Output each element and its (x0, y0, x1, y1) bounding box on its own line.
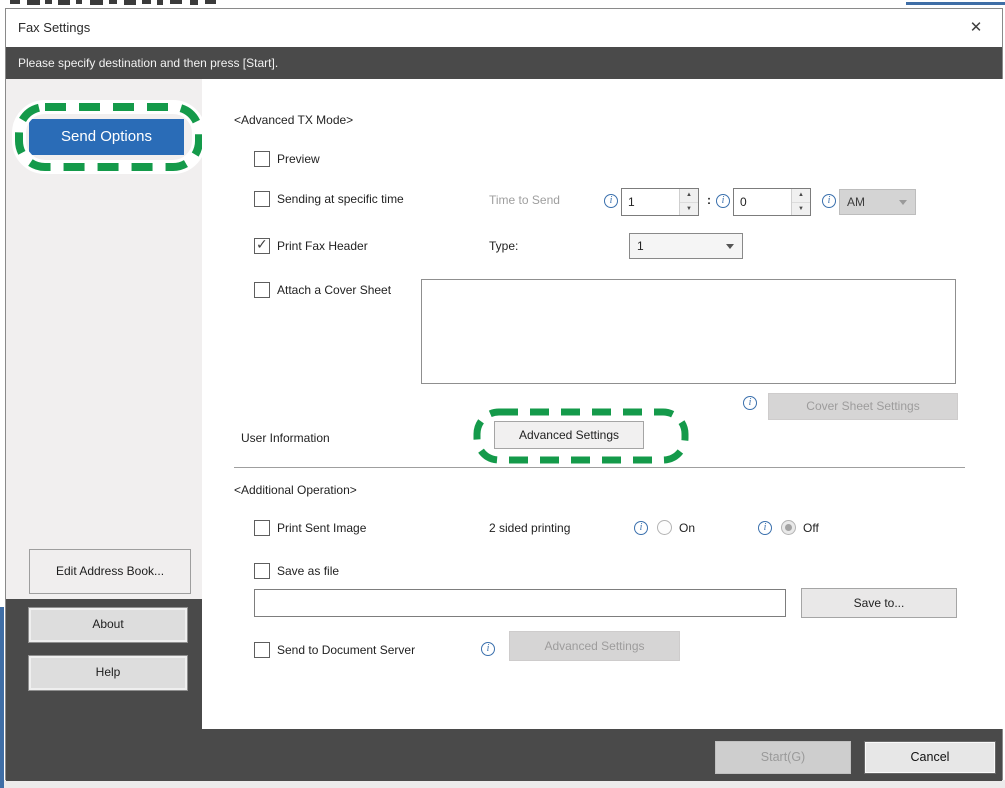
hour-value: 1 (628, 189, 635, 215)
print-fax-header-checkbox[interactable]: ✓ (254, 238, 270, 254)
background-window-edge (906, 2, 1005, 5)
sending-at-specific-time-checkbox[interactable]: ✓ (254, 191, 270, 207)
two-sided-off-label: Off (803, 521, 819, 535)
info-icon[interactable]: i (716, 194, 730, 208)
ampm-select[interactable]: AM (839, 189, 916, 215)
close-icon[interactable]: ✕ (956, 11, 996, 45)
hour-stepper[interactable]: 1 ▲▼ (621, 188, 699, 216)
save-file-path-input[interactable] (254, 589, 786, 617)
preview-checkbox[interactable]: ✓ (254, 151, 270, 167)
minute-stepper[interactable]: 0 ▲▼ (733, 188, 811, 216)
print-sent-image-label: Print Sent Image (277, 521, 366, 535)
hour-down-button[interactable]: ▼ (680, 203, 698, 216)
status-message: Please specify destination and then pres… (18, 47, 278, 79)
info-icon[interactable]: i (634, 521, 648, 535)
chevron-down-icon (726, 244, 734, 249)
help-button[interactable]: Help (29, 656, 187, 690)
advanced-settings-button[interactable]: Advanced Settings (494, 421, 644, 449)
chevron-down-icon (899, 200, 907, 205)
info-icon[interactable]: i (481, 642, 495, 656)
title-bar: Fax Settings ✕ (6, 9, 1002, 47)
attach-cover-sheet-label: Attach a Cover Sheet (277, 283, 391, 297)
send-to-document-server-checkbox[interactable]: ✓ (254, 642, 270, 658)
time-to-send-label: Time to Send (489, 193, 560, 207)
hour-up-button[interactable]: ▲ (680, 189, 698, 203)
info-icon[interactable]: i (822, 194, 836, 208)
save-as-file-checkbox[interactable]: ✓ (254, 563, 270, 579)
minute-down-button[interactable]: ▼ (792, 203, 810, 216)
info-icon[interactable]: i (604, 194, 618, 208)
time-separator: : (707, 193, 711, 207)
window-title: Fax Settings (18, 9, 90, 47)
print-sent-image-checkbox[interactable]: ✓ (254, 520, 270, 536)
info-icon[interactable]: i (743, 396, 757, 410)
edit-address-book-button[interactable]: Edit Address Book... (29, 549, 191, 594)
footer-bar: Start(G) Cancel (6, 729, 1002, 781)
cancel-button[interactable]: Cancel (864, 741, 996, 774)
advanced-tx-mode-header: <Advanced TX Mode> (234, 113, 353, 127)
background-window-edge (0, 607, 4, 788)
ampm-value: AM (847, 190, 865, 214)
preview-label: Preview (277, 152, 320, 166)
fax-settings-dialog: Fax Settings ✕ Please specify destinatio… (5, 8, 1003, 780)
status-message-bar: Please specify destination and then pres… (6, 47, 1002, 79)
cover-sheet-settings-button[interactable]: Cover Sheet Settings (768, 393, 958, 420)
minute-up-button[interactable]: ▲ (792, 189, 810, 203)
radio-dot (785, 524, 792, 531)
additional-operation-header: <Additional Operation> (234, 483, 357, 497)
sidebar-item-send-options[interactable]: Send Options (29, 119, 184, 155)
two-sided-on-radio[interactable] (657, 520, 672, 535)
screen: Fax Settings ✕ Please specify destinatio… (0, 0, 1005, 788)
type-label: Type: (489, 239, 518, 253)
type-value: 1 (637, 234, 644, 258)
send-to-document-server-label: Send to Document Server (277, 643, 415, 657)
start-button[interactable]: Start(G) (715, 741, 851, 774)
check-icon: ✓ (256, 236, 268, 253)
server-advanced-settings-button[interactable]: Advanced Settings (509, 631, 680, 661)
about-button[interactable]: About (29, 608, 187, 642)
header-type-select[interactable]: 1 (629, 233, 743, 259)
sidebar (6, 79, 202, 599)
user-information-label: User Information (241, 431, 330, 445)
attach-cover-sheet-checkbox[interactable]: ✓ (254, 282, 270, 298)
two-sided-printing-label: 2 sided printing (489, 521, 570, 535)
section-divider (234, 467, 965, 468)
save-to-button[interactable]: Save to... (801, 588, 957, 618)
minute-value: 0 (740, 189, 747, 215)
settings-panel: <Advanced TX Mode> ✓ Preview ✓ Sending a… (202, 79, 1004, 729)
cover-sheet-list[interactable] (421, 279, 956, 384)
print-fax-header-label: Print Fax Header (277, 239, 368, 253)
save-as-file-label: Save as file (277, 564, 339, 578)
two-sided-off-radio[interactable] (781, 520, 796, 535)
sending-at-specific-time-label: Sending at specific time (277, 192, 404, 206)
background-window-edge (4, 780, 1005, 788)
info-icon[interactable]: i (758, 521, 772, 535)
two-sided-on-label: On (679, 521, 695, 535)
